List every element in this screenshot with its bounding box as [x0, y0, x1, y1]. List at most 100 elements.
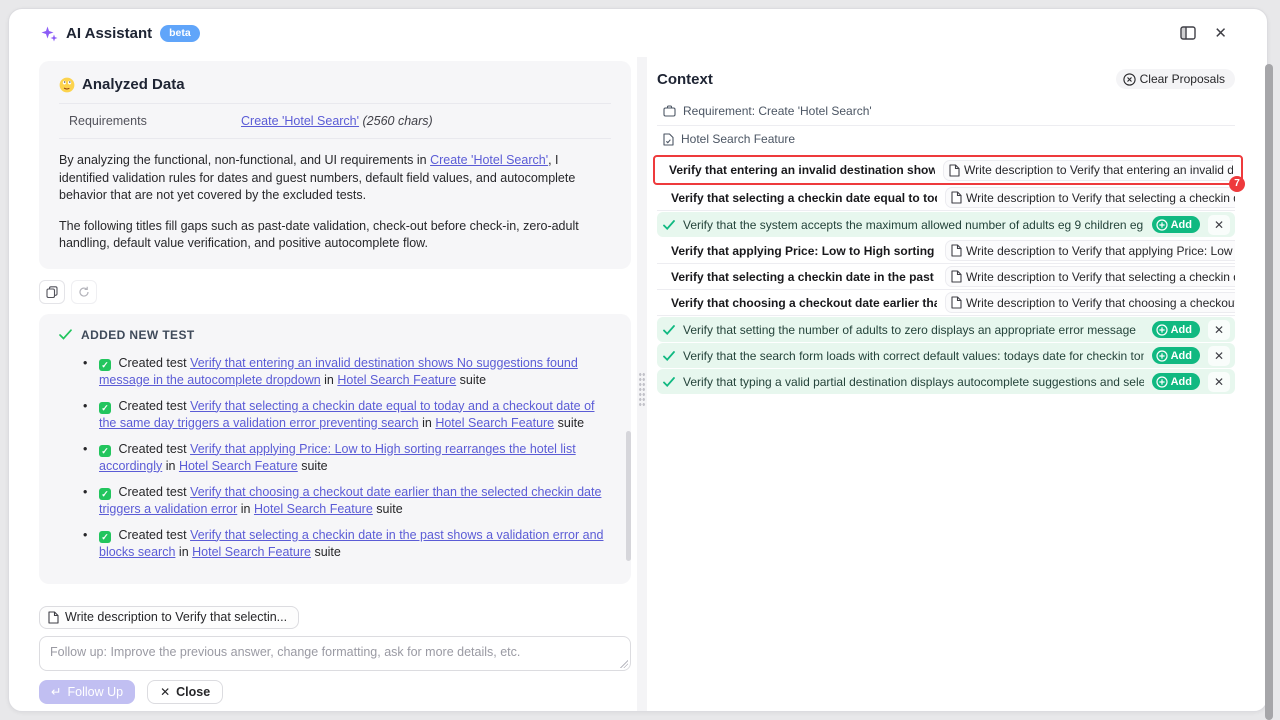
clear-proposals-button[interactable]: Clear Proposals	[1116, 69, 1235, 89]
check-icon	[59, 329, 72, 340]
dismiss-proposal-icon[interactable]: ✕	[1208, 215, 1230, 235]
proposal-title: Verify that selecting a checkin date equ…	[671, 191, 937, 205]
add-test-button[interactable]: Add	[1152, 347, 1200, 364]
circle-plus-icon	[1156, 376, 1168, 388]
context-feature-item[interactable]: Hotel Search Feature	[657, 126, 1235, 153]
left-panel-scrollbar[interactable]	[626, 431, 631, 561]
check-icon	[663, 351, 675, 361]
created-tests-list: •✓ Created test Verify that entering an …	[59, 355, 611, 561]
dismiss-proposal-icon[interactable]: ✕	[1208, 372, 1230, 392]
check-icon	[663, 220, 675, 230]
proposal-row: Verify that entering an invalid destinat…	[659, 157, 1233, 183]
circle-plus-icon	[1156, 350, 1168, 362]
proposal-row: Verify that selecting a checkin date in …	[657, 264, 1235, 290]
inline-requirement-link[interactable]: Create 'Hotel Search'	[430, 153, 548, 167]
analyzed-data-card: Analyzed Data Requirements Create 'Hotel…	[39, 61, 631, 269]
suite-link[interactable]: Hotel Search Feature	[179, 459, 298, 473]
document-icon	[951, 191, 962, 204]
write-description-chip[interactable]: Write description to Verify that applyin…	[945, 240, 1235, 261]
circle-plus-icon	[1156, 324, 1168, 336]
regenerate-icon[interactable]	[71, 280, 97, 304]
annotation-count-badge: 7	[1229, 176, 1245, 192]
green-check-icon: ✓	[99, 531, 111, 543]
document-icon	[48, 611, 59, 624]
list-item: •✓ Created test Verify that selecting a …	[59, 398, 611, 432]
requirements-label: Requirements	[69, 114, 241, 128]
proposal-title: Verify that setting the number of adults…	[683, 323, 1144, 337]
thinking-face-emoji	[59, 77, 75, 93]
list-item: •✓ Created test Verify that selecting a …	[59, 527, 611, 561]
proposal-row-accepted: Verify that the search form loads with c…	[657, 343, 1235, 368]
green-check-icon: ✓	[99, 359, 111, 371]
list-item: •✓ Created test Verify that applying Pri…	[59, 441, 611, 475]
context-title: Context	[657, 71, 713, 88]
analysis-paragraph-2: The following titles fill gaps such as p…	[59, 218, 611, 253]
close-x-icon: ✕	[160, 685, 170, 699]
proposal-title: Verify that applying Price: Low to High …	[671, 244, 937, 258]
add-test-button[interactable]: Add	[1152, 373, 1200, 390]
proposal-rows: Verify that entering an invalid destinat…	[657, 155, 1235, 394]
document-icon	[951, 270, 962, 283]
green-check-icon: ✓	[99, 402, 111, 414]
document-icon	[951, 296, 962, 309]
proposal-row: Verify that applying Price: Low to High …	[657, 238, 1235, 264]
circle-plus-icon	[1156, 219, 1168, 231]
suite-link[interactable]: Hotel Search Feature	[254, 502, 373, 516]
write-description-chip[interactable]: Write description to Verify that choosin…	[945, 292, 1235, 313]
list-item: •✓ Created test Verify that choosing a c…	[59, 484, 611, 518]
sparkles-icon	[41, 25, 58, 42]
proposal-title: Verify that entering an invalid destinat…	[669, 163, 935, 177]
proposal-title: Verify that typing a valid partial desti…	[683, 375, 1144, 389]
beta-badge: beta	[160, 25, 200, 42]
add-test-button[interactable]: Add	[1152, 321, 1200, 338]
write-description-chip[interactable]: Write description to Verify that selecti…	[945, 266, 1235, 287]
suite-link[interactable]: Hotel Search Feature	[435, 416, 554, 430]
proposal-title: Verify that selecting a checkin date in …	[671, 270, 937, 284]
copy-icon[interactable]	[39, 280, 65, 304]
highlight-annotation-box: Verify that entering an invalid destinat…	[653, 155, 1243, 185]
requirements-row: Requirements Create 'Hotel Search' (2560…	[59, 103, 611, 139]
proposal-row-accepted: Verify that setting the number of adults…	[657, 317, 1235, 342]
pending-description-chip[interactable]: Write description to Verify that selecti…	[39, 606, 299, 629]
context-panel: Context Clear Proposals Requirement: Cre…	[647, 57, 1267, 711]
proposal-row: Verify that choosing a checkout date ear…	[657, 290, 1235, 316]
panel-resizer[interactable]	[637, 57, 647, 711]
dialog-title: AI Assistant	[66, 25, 152, 42]
page-scrollbar[interactable]	[1265, 64, 1273, 720]
follow-up-button[interactable]: ↵ Follow Up	[39, 680, 135, 704]
chat-column: Analyzed Data Requirements Create 'Hotel…	[9, 57, 637, 711]
proposal-title: Verify that the system accepts the maxim…	[683, 218, 1144, 232]
suite-link[interactable]: Hotel Search Feature	[192, 545, 311, 559]
proposal-row-accepted: Verify that the system accepts the maxim…	[657, 212, 1235, 237]
proposal-row-accepted: Verify that typing a valid partial desti…	[657, 369, 1235, 394]
followup-input[interactable]	[39, 636, 631, 671]
dismiss-proposal-icon[interactable]: ✕	[1208, 320, 1230, 340]
circle-x-icon	[1123, 73, 1136, 86]
context-requirement-item[interactable]: Requirement: Create 'Hotel Search'	[657, 98, 1235, 126]
suite-link[interactable]: Hotel Search Feature	[337, 373, 456, 387]
requirement-link[interactable]: Create 'Hotel Search'	[241, 114, 359, 128]
check-icon	[663, 377, 675, 387]
check-icon	[663, 325, 675, 335]
close-dialog-icon[interactable]: ✕	[1214, 26, 1227, 41]
document-icon	[949, 164, 960, 177]
close-button[interactable]: ✕ Close	[147, 680, 223, 704]
green-check-icon: ✓	[99, 488, 111, 500]
added-new-test-title: ADDED NEW TEST	[81, 328, 195, 342]
resizer-grip-icon[interactable]	[639, 372, 646, 408]
dialog-header: AI Assistant beta ✕	[9, 9, 1267, 57]
green-check-icon: ✓	[99, 445, 111, 457]
analyzed-data-title: Analyzed Data	[82, 76, 185, 93]
write-description-chip[interactable]: Write description to Verify that enterin…	[943, 160, 1233, 181]
proposal-title: Verify that the search form loads with c…	[683, 349, 1144, 363]
write-description-chip[interactable]: Write description to Verify that selecti…	[945, 187, 1235, 208]
file-check-icon	[663, 133, 674, 146]
analysis-paragraph-1: By analyzing the functional, non-functio…	[59, 152, 611, 205]
list-item: •✓ Created test Verify that entering an …	[59, 355, 611, 389]
add-test-button[interactable]: Add	[1152, 216, 1200, 233]
dismiss-proposal-icon[interactable]: ✕	[1208, 346, 1230, 366]
panel-toggle-icon[interactable]	[1180, 26, 1196, 40]
enter-icon: ↵	[51, 684, 61, 699]
document-icon	[951, 244, 962, 257]
added-new-test-card: ADDED NEW TEST •✓ Created test Verify th…	[39, 314, 631, 584]
